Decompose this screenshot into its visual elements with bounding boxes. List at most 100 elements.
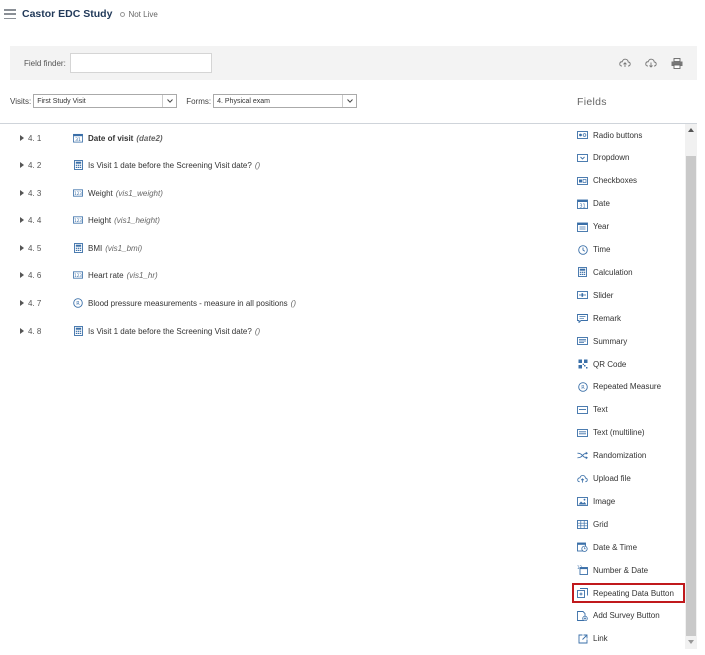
- menu-icon[interactable]: [4, 9, 16, 19]
- palette-item-label: Text (multiline): [593, 428, 645, 438]
- field-label: BMI: [88, 243, 103, 253]
- upload-cloud-icon[interactable]: [619, 57, 631, 69]
- calculator-icon: [73, 326, 83, 336]
- field-number: 4. 5: [28, 243, 42, 253]
- download-cloud-icon[interactable]: [645, 57, 657, 69]
- palette-item-label: Summary: [593, 336, 628, 346]
- checkbox-icon: [577, 176, 588, 186]
- form-field-row[interactable]: 4. 6 123 Heart rate (vis1_hr): [0, 265, 560, 285]
- selector-row: Visits: First Study Visit Forms: 4. Phys…: [10, 93, 358, 109]
- fields-panel-title: Fields: [577, 96, 607, 108]
- form-field-row[interactable]: 4. 1 31 Date of visit (date2): [0, 128, 560, 148]
- palette-item-time[interactable]: Time: [572, 240, 685, 260]
- palette-item-label: Randomization: [593, 451, 647, 461]
- expand-arrow-icon[interactable]: [20, 162, 24, 168]
- survey-icon: [577, 610, 588, 621]
- palette-item-date-time[interactable]: Date & Time: [572, 537, 685, 557]
- expand-arrow-icon[interactable]: [20, 245, 24, 251]
- qr-code-icon: [577, 359, 588, 369]
- palette-item-upload-file[interactable]: Upload file: [572, 469, 685, 489]
- field-label-wrap: Height (vis1_height): [88, 216, 160, 225]
- upload-cloud-icon: [577, 474, 588, 484]
- field-variable-name: (vis1_height): [114, 215, 160, 225]
- palette-item-year[interactable]: Year: [572, 217, 685, 237]
- forms-select[interactable]: 4. Physical exam: [213, 94, 358, 108]
- palette-item-qr-code[interactable]: QR Code: [572, 354, 685, 374]
- palette-item-summary[interactable]: Summary: [572, 331, 685, 351]
- svg-text:12: 12: [577, 565, 583, 570]
- palette-item-repeating-data-button[interactable]: Repeating Data Button: [572, 583, 685, 603]
- form-field-row[interactable]: 4. 8 Is Visit 1 date before the Screenin…: [0, 321, 560, 341]
- clock-icon: [577, 244, 588, 255]
- palette-item-grid[interactable]: Grid: [572, 514, 685, 534]
- calculator-icon: [577, 267, 588, 278]
- expand-arrow-icon[interactable]: [20, 300, 24, 306]
- svg-text:123: 123: [74, 273, 82, 278]
- visits-select[interactable]: First Study Visit: [33, 94, 178, 108]
- palette-item-label: Grid: [593, 519, 609, 529]
- palette-item-image[interactable]: Image: [572, 491, 685, 511]
- divider: [0, 123, 574, 124]
- palette-item-add-survey-button[interactable]: Add Survey Button: [572, 606, 685, 626]
- palette-item-checkboxes[interactable]: Checkboxes: [572, 171, 685, 191]
- link-icon: [577, 634, 588, 644]
- form-field-row[interactable]: 4. 3 123 Weight (vis1_weight): [0, 183, 560, 203]
- scroll-thumb[interactable]: [686, 156, 696, 636]
- palette-item-label: Number & Date: [593, 565, 649, 575]
- palette-item-label: Link: [593, 634, 608, 644]
- palette-item-remark[interactable]: Remark: [572, 308, 685, 328]
- expand-arrow-icon[interactable]: [20, 328, 24, 334]
- palette-scrollbar[interactable]: [685, 124, 697, 649]
- status-dot-icon: [120, 11, 126, 17]
- divider: [572, 123, 697, 124]
- app-title[interactable]: Castor EDC Study: [22, 8, 112, 20]
- field-variable-name: (vis1_bmi): [105, 243, 143, 253]
- palette-item-label: Repeated Measure: [593, 382, 662, 392]
- visits-select-value: First Study Visit: [37, 97, 86, 105]
- svg-text:R: R: [76, 301, 80, 307]
- form-field-row[interactable]: 4. 5 BMI (vis1_bmi): [0, 238, 560, 258]
- calculator-icon: [73, 160, 83, 170]
- scroll-down-icon[interactable]: [688, 640, 694, 644]
- palette-item-label: Year: [593, 222, 610, 232]
- palette-item-label: Date & Time: [593, 542, 638, 552]
- scroll-up-icon[interactable]: [688, 128, 694, 132]
- palette-item-calculation[interactable]: Calculation: [572, 262, 685, 282]
- palette-item-text[interactable]: Text: [572, 400, 685, 420]
- palette-item-text-multiline[interactable]: Text (multiline): [572, 423, 685, 443]
- field-number: 4. 2: [28, 160, 42, 170]
- palette-item-repeated-measure[interactable]: R Repeated Measure: [572, 377, 685, 397]
- palette-item-link[interactable]: Link: [572, 629, 685, 649]
- palette-item-randomization[interactable]: Randomization: [572, 446, 685, 466]
- repeated-measure-icon: R: [73, 298, 83, 308]
- palette-item-date[interactable]: 31 Date: [572, 194, 685, 214]
- print-icon[interactable]: [671, 57, 683, 69]
- field-number: 4. 7: [28, 298, 42, 308]
- palette-item-label: Calculation: [593, 267, 633, 277]
- field-label: Date of visit: [88, 133, 134, 143]
- field-finder-input[interactable]: [69, 53, 212, 73]
- expand-arrow-icon[interactable]: [20, 217, 24, 223]
- palette-item-number-date[interactable]: 12 Number & Date: [572, 560, 685, 580]
- svg-text:123: 123: [74, 191, 82, 196]
- palette-item-dropdown[interactable]: Dropdown: [572, 148, 685, 168]
- form-field-row[interactable]: 4. 4 123 Height (vis1_height): [0, 210, 560, 230]
- remark-icon: [577, 313, 588, 323]
- repeated-measure-icon: R: [577, 382, 588, 392]
- field-label-wrap: Date of visit (date2): [88, 134, 163, 143]
- field-variable-name: (): [254, 326, 261, 336]
- palette-item-slider[interactable]: Slider: [572, 285, 685, 305]
- expand-arrow-icon[interactable]: [20, 272, 24, 278]
- expand-arrow-icon[interactable]: [20, 190, 24, 196]
- repeating-data-icon: [577, 588, 588, 598]
- summary-icon: [577, 336, 588, 346]
- expand-arrow-icon[interactable]: [20, 135, 24, 141]
- field-label-wrap: BMI (vis1_bmi): [88, 244, 142, 253]
- form-field-row[interactable]: 4. 7 R Blood pressure measurements - mea…: [0, 293, 560, 313]
- form-field-row[interactable]: 4. 2 Is Visit 1 date before the Screenin…: [0, 155, 560, 175]
- text-multiline-icon: [577, 428, 588, 438]
- field-variable-name: (date2): [136, 133, 163, 143]
- svg-text:R: R: [581, 385, 585, 391]
- palette-item-radio-buttons[interactable]: Radio buttons: [572, 125, 685, 145]
- date-time-icon: [577, 542, 588, 553]
